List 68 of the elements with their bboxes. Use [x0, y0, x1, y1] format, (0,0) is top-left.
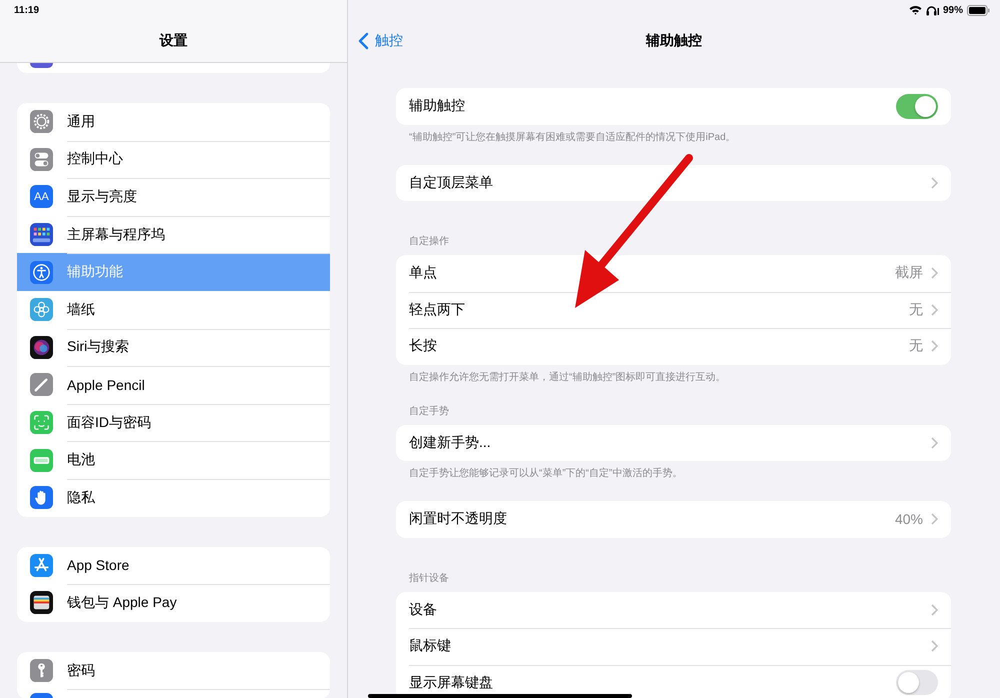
app-icon: [30, 693, 53, 698]
section-header: 指针设备: [408, 572, 450, 586]
sidebar-item[interactable]: 钱包与 Apple Pay: [17, 584, 330, 622]
chevron-right-icon: [931, 267, 938, 280]
page-title: 辅助触控: [646, 32, 702, 50]
settings-row[interactable]: 鼠标键: [396, 628, 951, 664]
home-indicator[interactable]: [368, 694, 632, 698]
settings-row[interactable]: 显示屏幕键盘: [396, 664, 951, 698]
flower-icon: [30, 298, 53, 322]
section-header: 自定操作: [408, 235, 450, 249]
chevron-right-icon: [931, 640, 938, 652]
section-footer: “辅助触控”可让您在触摸屏幕有困难或需要自适应配件的情况下使用iPad。: [396, 130, 951, 144]
wallet-icon: [30, 591, 53, 614]
sidebar-item[interactable]: 面容ID与密码: [17, 404, 330, 442]
sidebar-item[interactable]: 主屏幕与程序坞: [17, 216, 330, 254]
sidebar-title: 设置: [160, 32, 188, 50]
battery-percent: 99%: [942, 4, 963, 16]
row-value: 无: [909, 300, 923, 319]
settings-row[interactable]: 辅助触控: [396, 88, 951, 124]
sidebar-item[interactable]: 电池: [17, 441, 330, 479]
app-grid-icon: [30, 223, 53, 246]
toggles-icon: [30, 148, 53, 171]
text-size-icon: AA: [30, 185, 53, 208]
row-value: 40%: [894, 511, 923, 528]
settings-row[interactable]: 闲置时不透明度 40%: [396, 501, 951, 538]
sidebar-item[interactable]: 控制中心: [17, 140, 330, 178]
sidebar-item[interactable]: AA 显示与亮度: [17, 178, 330, 216]
accessibility-icon: [30, 260, 53, 284]
sidebar-item[interactable]: 通用: [17, 103, 330, 141]
settings-row[interactable]: 单点 截屏: [396, 255, 951, 292]
toggle-switch[interactable]: [896, 94, 938, 119]
pencil-icon: [30, 373, 53, 396]
chevron-right-icon: [931, 513, 938, 526]
wifi-icon: [908, 5, 922, 15]
settings-row[interactable]: 设备: [396, 592, 951, 628]
sidebar-item[interactable]: Apple Pencil: [17, 366, 330, 404]
chevron-right-icon: [931, 604, 938, 616]
gear-icon: [30, 110, 53, 134]
battery-icon: [30, 448, 53, 472]
status-time: 11:19: [14, 4, 40, 16]
app-icon: [30, 63, 53, 68]
sidebar-item[interactable]: Siri与搜索: [17, 328, 330, 366]
settings-row[interactable]: 长按 无: [396, 328, 951, 364]
chevron-right-icon: [931, 340, 938, 352]
row-value: 无: [909, 337, 923, 356]
chevron-right-icon: [931, 304, 938, 316]
toggle-switch[interactable]: [896, 670, 938, 696]
hand-icon: [30, 486, 53, 510]
face-scan-icon: [30, 411, 53, 434]
headphones-icon: [926, 4, 939, 16]
section-header: 自定手势: [408, 404, 450, 418]
settings-row[interactable]: 自定顶层菜单: [396, 164, 951, 201]
section-footer: 自定手势让您能够记录可以从“菜单”下的“自定”中激活的手势。: [396, 467, 951, 481]
settings-row[interactable]: 轻点两下 无: [396, 292, 951, 328]
settings-row[interactable]: 创建新手势...: [396, 424, 951, 461]
key-icon: [30, 659, 53, 682]
sidebar-item[interactable]: App Store: [17, 546, 330, 584]
sidebar-item[interactable]: 隐私: [17, 478, 330, 517]
sidebar-item[interactable]: 墙纸: [17, 290, 330, 329]
section-footer: 自定操作允许您无需打开菜单，通过“辅助触控”图标即可直接进行互动。: [396, 370, 951, 384]
app-store-icon: [30, 554, 53, 577]
chevron-right-icon: [931, 436, 938, 449]
orb-icon: [30, 336, 53, 359]
chevron-left-icon: [358, 32, 369, 50]
row-value: 截屏: [895, 264, 923, 282]
back-button[interactable]: 触控: [358, 32, 403, 50]
battery-icon: [967, 4, 990, 16]
chevron-right-icon: [931, 176, 938, 189]
